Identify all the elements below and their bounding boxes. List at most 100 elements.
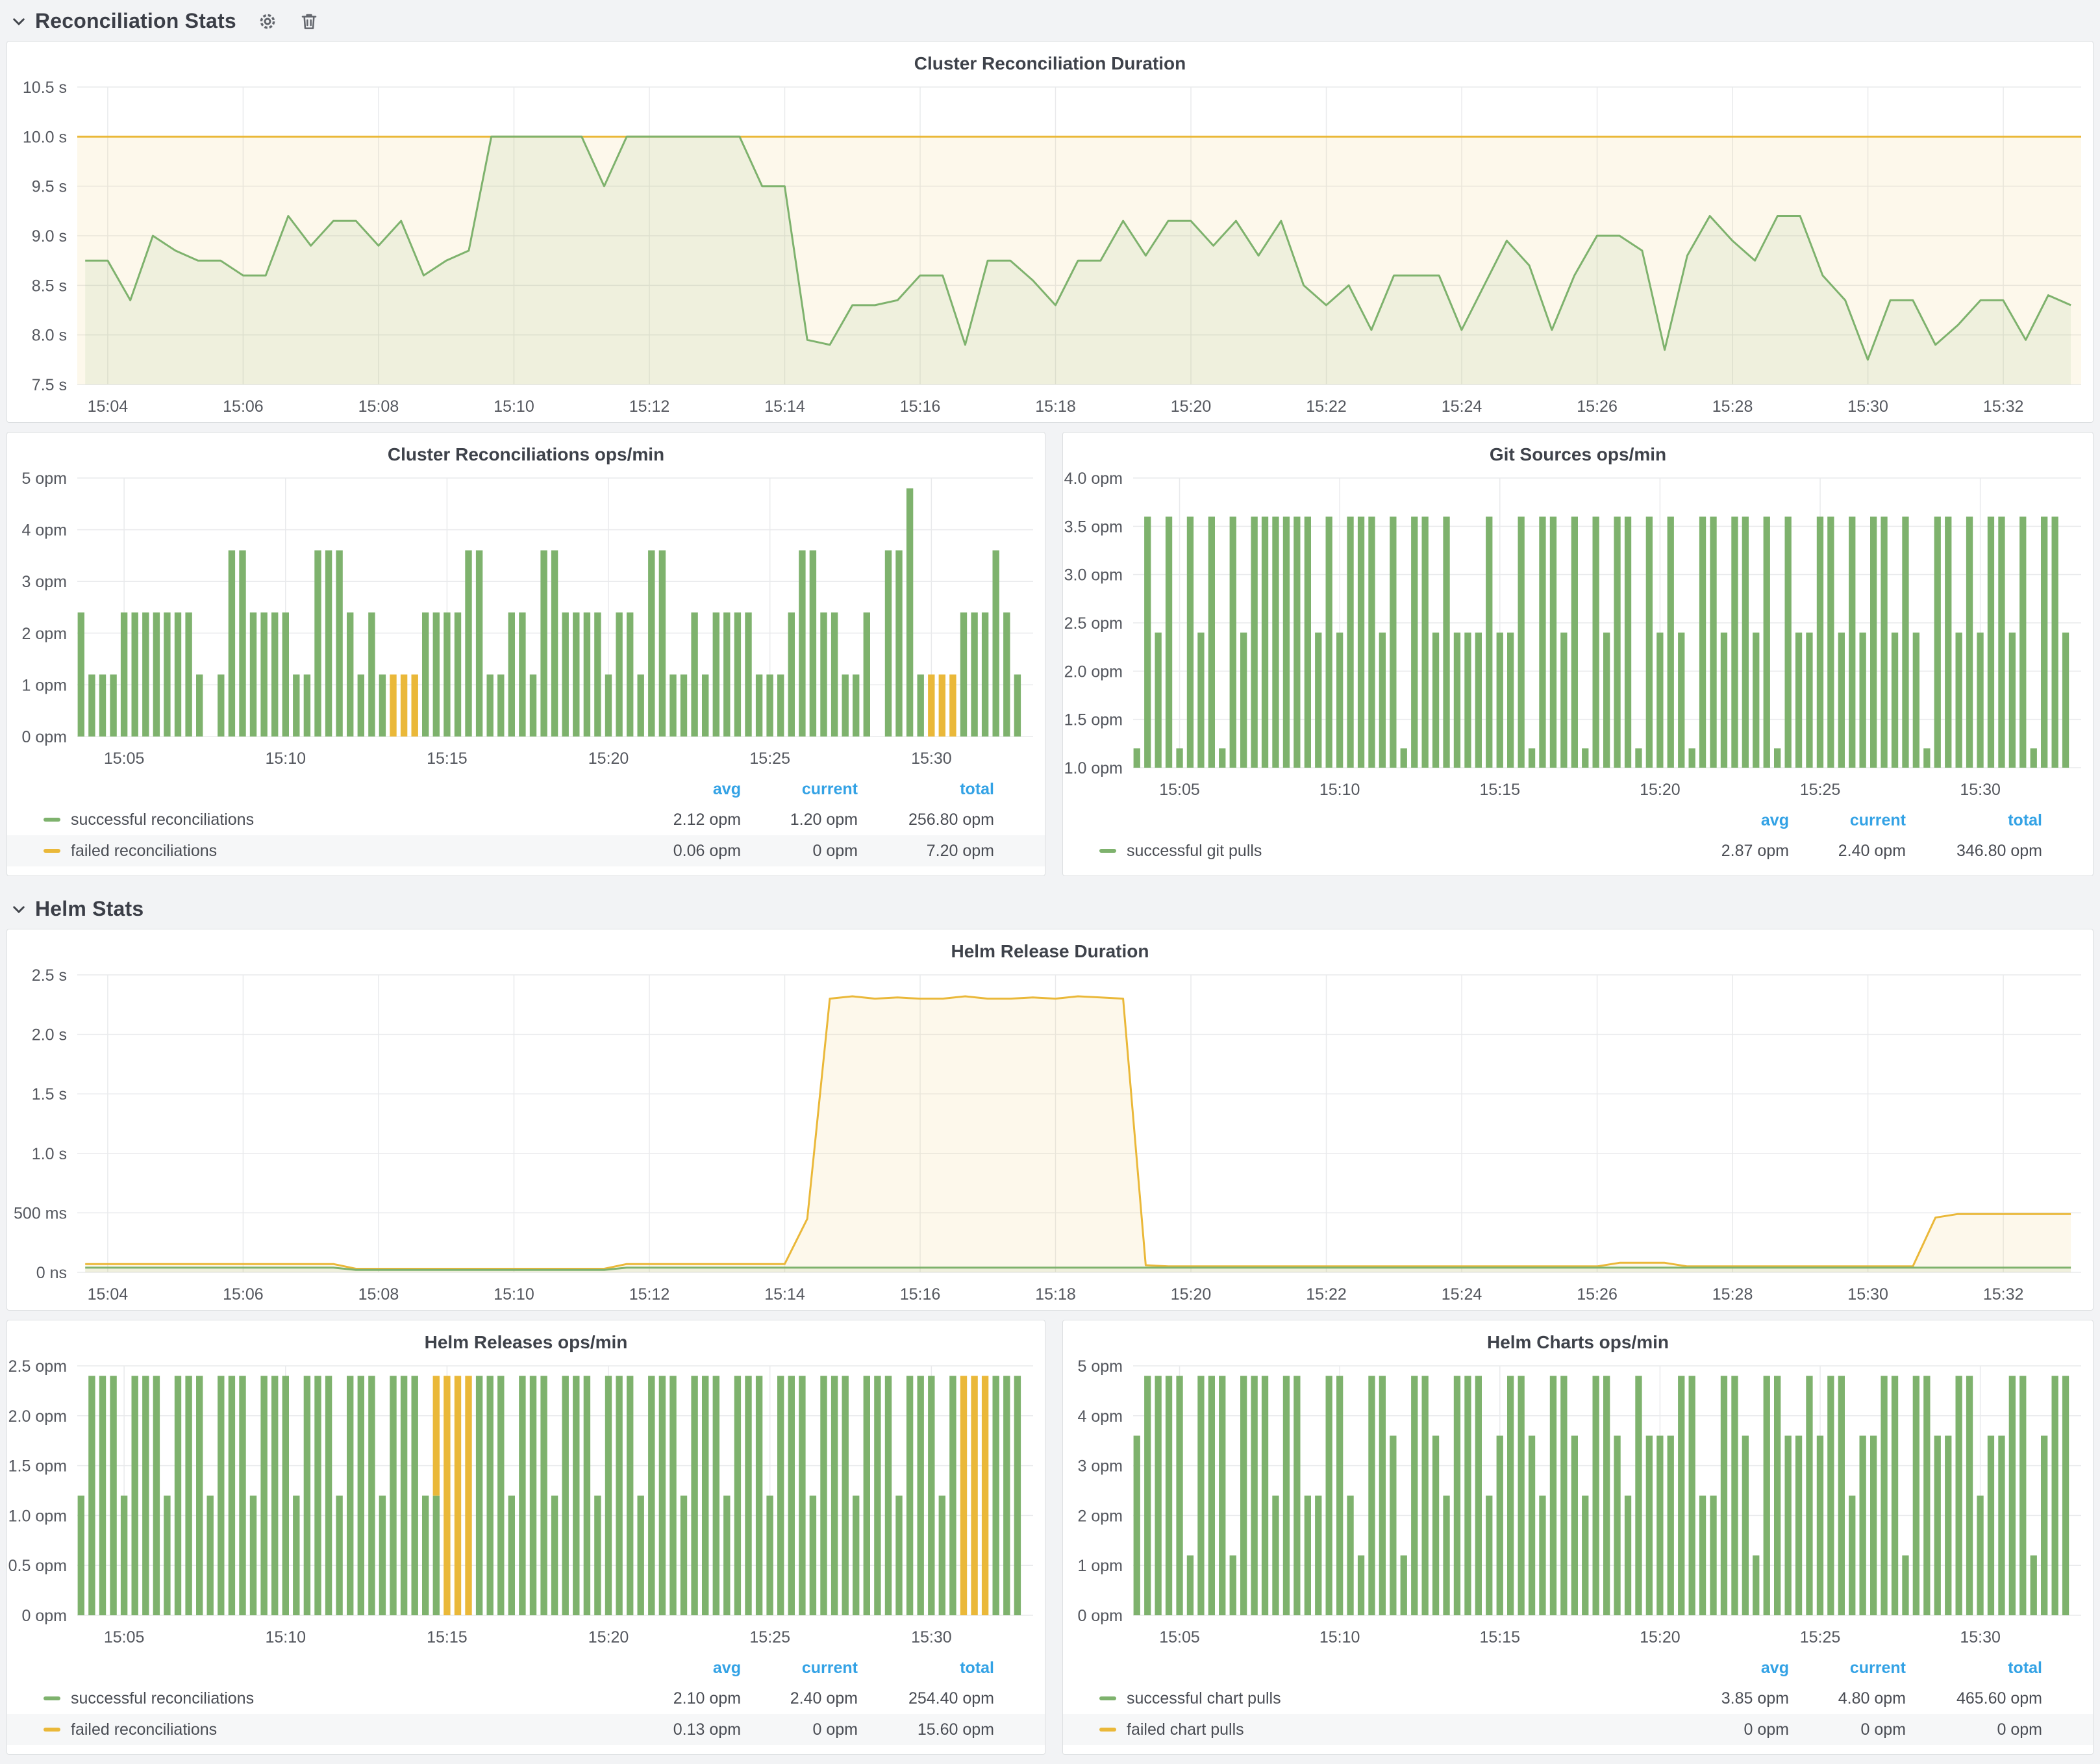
legend-current-value: 0 opm [813, 1720, 858, 1739]
legend-col-total[interactable]: total [2008, 811, 2042, 830]
legend-series-toggle[interactable]: successful git pulls [1063, 842, 1653, 861]
helm-releases-ops-plot[interactable]: 0 opm0.5 opm1.0 opm1.5 opm2.0 opm2.5 opm… [7, 1354, 1045, 1653]
legend-current-value: 2.40 opm [790, 1689, 858, 1708]
legend-col-total[interactable]: total [2008, 1659, 2042, 1678]
legend-col-avg[interactable]: avg [1761, 1659, 1789, 1678]
svg-text:15:20: 15:20 [588, 750, 629, 768]
legend-series-toggle[interactable]: failed chart pulls [1063, 1720, 1653, 1739]
section-title-helm-stats: Helm Stats [35, 897, 144, 921]
svg-text:1.0 s: 1.0 s [32, 1145, 67, 1163]
legend-total-value: 256.80 opm [908, 811, 994, 829]
panel-title[interactable]: Helm Charts ops/min [1063, 1320, 2093, 1354]
legend-series-label: successful reconciliations [71, 811, 254, 829]
legend-row-successful-chart-pulls: successful chart pulls 3.85 opm 4.80 opm… [1063, 1683, 2093, 1714]
panel-git-sources-ops: Git Sources ops/min 1.0 opm1.5 opm2.0 op… [1062, 432, 2094, 876]
svg-text:3.0 opm: 3.0 opm [1064, 566, 1123, 585]
legend-avg-value: 2.12 opm [673, 811, 741, 829]
series-color-dash [1099, 1728, 1116, 1732]
svg-text:15:20: 15:20 [1640, 1628, 1681, 1646]
legend-total-value: 346.80 opm [1956, 842, 2042, 861]
legend-col-current[interactable]: current [1850, 811, 1906, 830]
legend-series-toggle[interactable]: failed reconciliations [7, 1720, 605, 1739]
legend-col-current[interactable]: current [802, 1659, 858, 1678]
legend-row-successful-reconciliations: successful reconciliations 2.12 opm 1.20… [7, 804, 1045, 835]
trash-icon[interactable] [299, 11, 319, 32]
panel-helm-charts-ops: Helm Charts ops/min 0 opm1 opm2 opm3 opm… [1062, 1320, 2094, 1755]
panel-title[interactable]: Helm Releases ops/min [7, 1320, 1045, 1354]
svg-text:15:26: 15:26 [1577, 397, 1618, 416]
svg-text:15:15: 15:15 [427, 750, 468, 768]
chevron-down-icon[interactable] [10, 901, 27, 918]
svg-text:15:10: 15:10 [494, 1285, 534, 1304]
legend-series-toggle[interactable]: successful reconciliations [7, 1689, 605, 1708]
svg-text:2.0 opm: 2.0 opm [8, 1407, 67, 1426]
svg-text:15:25: 15:25 [749, 750, 790, 768]
svg-text:15:22: 15:22 [1306, 1285, 1347, 1304]
legend-current-value: 2.40 opm [1838, 842, 1906, 861]
helm-release-duration-plot[interactable]: 0 ns500 ms1.0 s1.5 s2.0 s2.5 s15:0415:06… [7, 963, 2093, 1310]
svg-text:7.5 s: 7.5 s [32, 376, 67, 394]
svg-text:15:26: 15:26 [1577, 1285, 1618, 1304]
section-header-helm-stats[interactable]: Helm Stats [0, 888, 2100, 929]
svg-text:2.5 opm: 2.5 opm [8, 1357, 67, 1376]
panel-title[interactable]: Cluster Reconciliation Duration [7, 42, 2093, 75]
legend-avg-value: 0.13 opm [673, 1720, 741, 1739]
svg-text:15:08: 15:08 [358, 397, 399, 416]
svg-text:15:20: 15:20 [1640, 781, 1681, 799]
svg-text:15:30: 15:30 [1960, 1628, 2001, 1646]
legend-series-toggle[interactable]: failed reconciliations [7, 842, 605, 861]
svg-text:2.5 opm: 2.5 opm [1064, 614, 1123, 633]
git-sources-ops-plot[interactable]: 1.0 opm1.5 opm2.0 opm2.5 opm3.0 opm3.5 o… [1063, 466, 2093, 805]
svg-text:0 ns: 0 ns [36, 1264, 67, 1282]
svg-text:15:12: 15:12 [629, 1285, 670, 1304]
svg-text:15:30: 15:30 [1960, 781, 2001, 799]
svg-text:5 opm: 5 opm [22, 470, 67, 488]
legend-total-value: 15.60 opm [918, 1720, 994, 1739]
svg-text:15:04: 15:04 [88, 1285, 129, 1304]
legend-col-total[interactable]: total [960, 1659, 994, 1678]
legend-series-label: failed reconciliations [71, 1720, 217, 1739]
panel-title[interactable]: Helm Release Duration [7, 929, 2093, 963]
svg-text:15:28: 15:28 [1712, 397, 1753, 416]
series-color-dash [44, 1696, 60, 1700]
gear-icon[interactable] [257, 11, 278, 32]
legend-header-row: avg current total [7, 774, 1045, 804]
svg-text:15:10: 15:10 [494, 397, 534, 416]
helm-charts-ops-plot[interactable]: 0 opm1 opm2 opm3 opm4 opm5 opm15:0515:10… [1063, 1354, 2093, 1653]
legend: avg current total successful git pulls 2… [1063, 805, 2093, 876]
svg-text:15:12: 15:12 [629, 397, 670, 416]
legend-series-toggle[interactable]: successful chart pulls [1063, 1689, 1653, 1708]
chevron-down-icon[interactable] [10, 13, 27, 30]
legend-col-current[interactable]: current [1850, 1659, 1906, 1678]
svg-text:15:30: 15:30 [1847, 1285, 1888, 1304]
panel-title[interactable]: Git Sources ops/min [1063, 433, 2093, 466]
svg-text:15:32: 15:32 [1983, 397, 2024, 416]
legend-col-avg[interactable]: avg [1761, 811, 1789, 830]
panel-helm-releases-ops: Helm Releases ops/min 0 opm0.5 opm1.0 op… [6, 1320, 1045, 1755]
panel-cluster-reconciliation-duration: Cluster Reconciliation Duration 7.5 s8.0… [6, 41, 2094, 423]
svg-text:8.5 s: 8.5 s [32, 277, 67, 295]
svg-text:15:20: 15:20 [1171, 397, 1212, 416]
cluster-reconciliation-duration-plot[interactable]: 7.5 s8.0 s8.5 s9.0 s9.5 s10.0 s10.5 s15:… [7, 75, 2093, 422]
cluster-reconciliations-ops-plot[interactable]: 0 opm1 opm2 opm3 opm4 opm5 opm15:0515:10… [7, 466, 1045, 774]
panel-helm-release-duration: Helm Release Duration 0 ns500 ms1.0 s1.5… [6, 929, 2094, 1311]
svg-text:0 opm: 0 opm [22, 728, 67, 746]
legend: avg current total successful reconciliat… [7, 774, 1045, 876]
series-color-dash [44, 849, 60, 853]
legend-total-value: 0 opm [1997, 1720, 2042, 1739]
legend-col-avg[interactable]: avg [713, 1659, 741, 1678]
svg-text:15:25: 15:25 [749, 1628, 790, 1646]
panel-title[interactable]: Cluster Reconciliations ops/min [7, 433, 1045, 466]
svg-text:15:30: 15:30 [1847, 397, 1888, 416]
legend-col-total[interactable]: total [960, 780, 994, 799]
svg-text:15:16: 15:16 [900, 1285, 941, 1304]
svg-text:15:05: 15:05 [104, 750, 145, 768]
legend-col-current[interactable]: current [802, 780, 858, 799]
legend-total-value: 254.40 opm [908, 1689, 994, 1708]
legend-col-avg[interactable]: avg [713, 780, 741, 799]
svg-text:1.5 opm: 1.5 opm [1064, 711, 1123, 729]
svg-text:1 opm: 1 opm [1078, 1557, 1123, 1575]
section-header-reconciliation-stats[interactable]: Reconciliation Stats [0, 0, 2100, 41]
legend-series-toggle[interactable]: successful reconciliations [7, 811, 605, 829]
svg-text:1.0 opm: 1.0 opm [8, 1507, 67, 1525]
